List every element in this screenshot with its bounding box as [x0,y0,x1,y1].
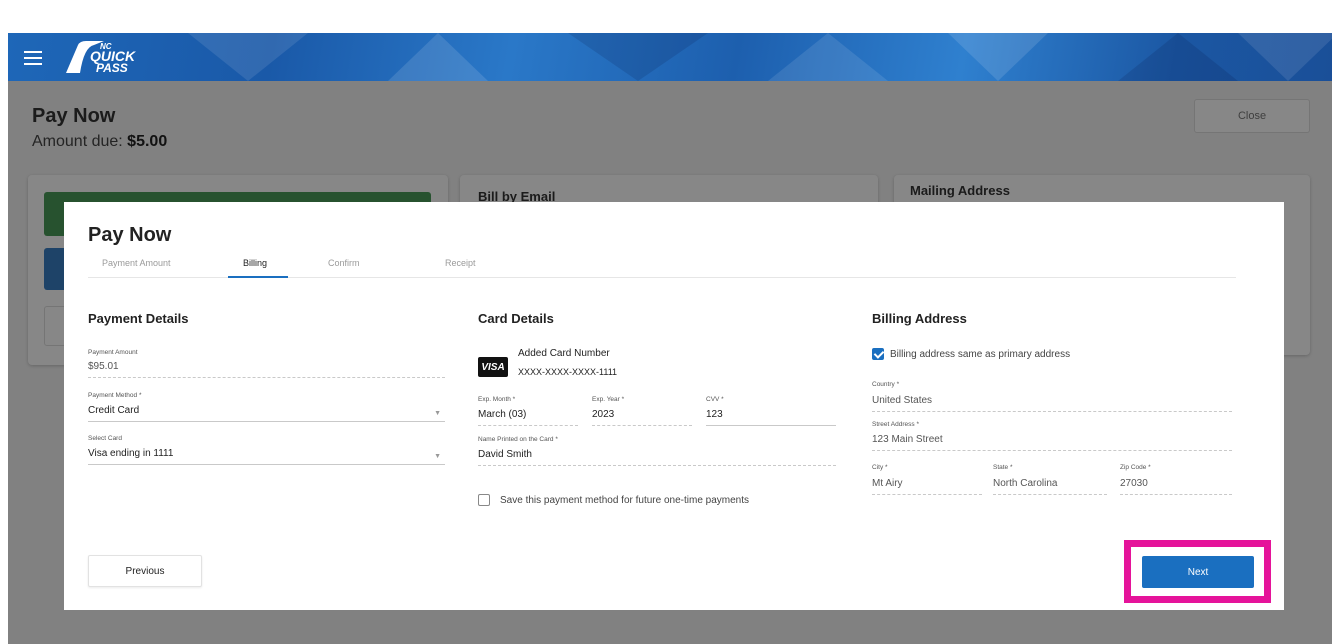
name-on-card-field[interactable]: David Smith [478,449,836,466]
save-payment-method-label: Save this payment method for future one-… [500,495,750,506]
select-card-select[interactable]: Visa ending in 1111 ▼ [88,448,445,465]
same-as-primary-label: Billing address same as primary address [890,349,1071,360]
pay-now-dialog: Pay Now Payment Amount Billing Confirm R… [64,202,1284,610]
nc-quick-pass-logo[interactable]: NC QUICK PASS [64,39,174,75]
exp-year-field[interactable]: 2023 [592,409,692,426]
city-field[interactable]: Mt Airy [872,478,982,495]
zip-code-label: Zip Code * [1120,464,1151,471]
added-card-label: Added Card Number [518,348,610,359]
payment-method-select[interactable]: Credit Card ▼ [88,405,445,422]
street-address-field[interactable]: 123 Main Street [872,434,1232,451]
card-details-title: Card Details [478,311,554,326]
active-tab-indicator [228,276,288,278]
dialog-title: Pay Now [88,224,172,246]
card-number: XXXX-XXXX-XXXX-1111 [518,367,618,377]
tab-billing[interactable]: Billing [243,258,267,268]
select-card-value: Visa ending in 1111 [88,448,174,459]
country-label: Country * [872,381,900,388]
state-field[interactable]: North Carolina [993,478,1107,495]
city-label: City * [872,464,888,471]
next-button[interactable]: Next [1142,556,1254,588]
visa-card-icon: VISA [478,357,508,377]
payment-amount-label: Payment Amount [88,349,138,356]
name-on-card-label: Name Printed on the Card * [478,436,558,443]
zip-code-field[interactable]: 27030 [1120,478,1232,495]
state-label: State * [993,464,1013,471]
payment-amount-field[interactable]: $95.01 [88,361,445,378]
top-bar: NC QUICK PASS [8,33,1332,81]
billing-address-title: Billing Address [872,311,967,326]
app-frame: NC QUICK PASS Pay Now Amount due: $5.00 … [8,33,1332,644]
street-address-label: Street Address * [872,421,919,428]
svg-text:PASS: PASS [96,61,128,75]
step-tabs: Payment Amount Billing Confirm Receipt [88,254,1236,278]
same-as-primary-checkbox[interactable] [872,348,884,360]
previous-button[interactable]: Previous [88,555,202,587]
tab-receipt[interactable]: Receipt [445,258,476,268]
exp-year-label: Exp. Year * [592,396,625,403]
tab-confirm[interactable]: Confirm [328,258,360,268]
exp-month-label: Exp. Month * [478,396,516,403]
tab-payment-amount[interactable]: Payment Amount [102,258,171,268]
exp-month-field[interactable]: March (03) [478,409,578,426]
save-payment-method-checkbox[interactable] [478,494,490,506]
cvv-field[interactable]: 123 [706,409,836,426]
payment-method-value: Credit Card [88,405,140,416]
chevron-down-icon: ▼ [434,410,441,417]
chevron-down-icon: ▼ [434,453,441,460]
cvv-label: CVV * [706,396,724,403]
menu-icon[interactable] [24,47,42,67]
select-card-label: Select Card [88,435,122,442]
payment-method-label: Payment Method * [88,392,142,399]
payment-details-title: Payment Details [88,311,189,326]
country-field[interactable]: United States [872,395,1232,412]
